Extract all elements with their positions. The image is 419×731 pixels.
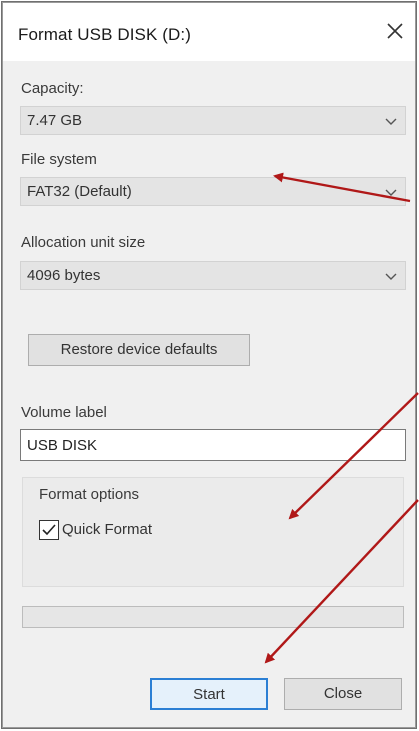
page: Format USB DISK (D:) Capacity: 7.47 GB F… — [0, 0, 419, 731]
allocation-unit-label: Allocation unit size — [21, 234, 146, 251]
file-system-value: FAT32 (Default) — [27, 183, 132, 200]
restore-defaults-label: Restore device defaults — [60, 341, 218, 358]
format-progress-bar — [22, 606, 404, 628]
chevron-down-icon — [385, 189, 397, 196]
restore-device-defaults-button[interactable]: Restore device defaults — [28, 334, 250, 366]
window-title: Format USB DISK (D:) — [18, 25, 191, 44]
checkmark-icon — [42, 524, 56, 536]
chevron-down-icon — [385, 118, 397, 125]
volume-label-input[interactable]: USB DISK — [20, 429, 406, 461]
chevron-down-icon — [385, 273, 397, 280]
volume-label-caption: Volume label — [21, 404, 107, 421]
allocation-unit-dropdown[interactable]: 4096 bytes — [20, 261, 406, 290]
close-button-label: Close — [323, 685, 363, 702]
quick-format-checkbox[interactable] — [39, 520, 59, 540]
file-system-dropdown[interactable]: FAT32 (Default) — [20, 177, 406, 206]
volume-label-value: USB DISK — [27, 437, 98, 454]
close-button[interactable]: Close — [284, 678, 402, 710]
capacity-dropdown[interactable]: 7.47 GB — [20, 106, 406, 135]
close-icon[interactable] — [383, 19, 407, 43]
file-system-label: File system — [21, 151, 97, 168]
title-bar: Format USB DISK (D:) — [3, 3, 415, 61]
capacity-label: Capacity: — [21, 80, 84, 97]
format-dialog: Format USB DISK (D:) Capacity: 7.47 GB F… — [1, 1, 417, 729]
start-button[interactable]: Start — [150, 678, 268, 710]
allocation-unit-value: 4096 bytes — [27, 267, 101, 284]
format-options-label: Format options — [39, 486, 140, 503]
quick-format-label[interactable]: Quick Format — [62, 521, 152, 538]
capacity-value: 7.47 GB — [27, 112, 83, 129]
start-button-label: Start — [193, 686, 225, 703]
